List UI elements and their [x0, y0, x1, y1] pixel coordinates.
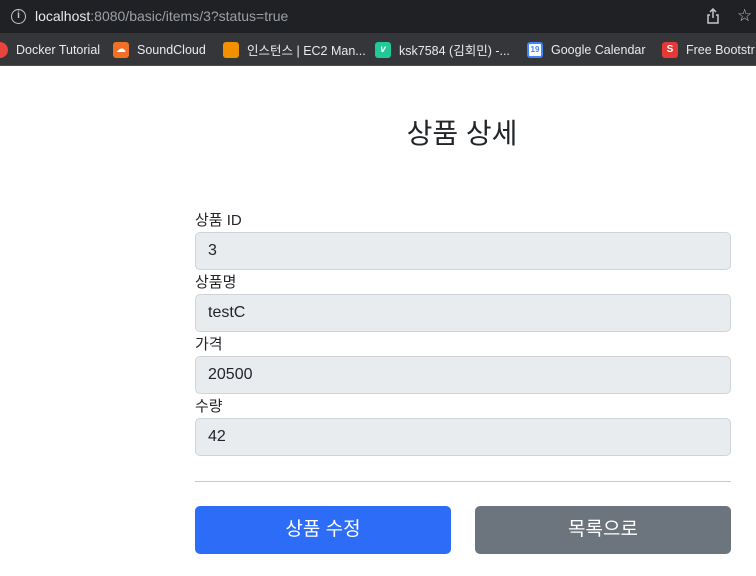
url-text[interactable]: localhost:8080/basic/items/3?status=true: [35, 8, 288, 25]
velog-icon: v: [375, 41, 391, 58]
bookmark-free-bootstrap[interactable]: S Free Bootstr: [662, 40, 755, 59]
bootstrap-s-icon: S: [662, 41, 678, 58]
bookmark-label: SoundCloud: [137, 42, 206, 57]
price-label: 가격: [195, 336, 223, 353]
price-field[interactable]: 20500: [195, 356, 731, 394]
page-title: 상품 상세: [406, 118, 518, 149]
aws-ec2-icon: [223, 41, 239, 58]
item-id-label: 상품 ID: [195, 212, 242, 229]
site-info-icon[interactable]: i: [11, 9, 26, 24]
divider: [195, 481, 731, 482]
docker-icon: [0, 41, 8, 58]
bookmark-label: Free Bootstr: [686, 42, 755, 57]
item-name-field[interactable]: testC: [195, 294, 731, 332]
back-to-list-button[interactable]: 목록으로: [475, 506, 731, 554]
bookmark-label: ksk7584 (김회민) -...: [399, 44, 510, 58]
soundcloud-icon: ☁: [113, 41, 129, 58]
edit-item-button[interactable]: 상품 수정: [195, 506, 451, 554]
browser-address-bar[interactable]: i localhost:8080/basic/items/3?status=tr…: [0, 0, 756, 33]
google-calendar-icon: 19: [527, 41, 543, 58]
bookmarks-bar: Docker Tutorial ☁ SoundCloud 인스턴스 | EC2 …: [0, 33, 756, 66]
bookmark-label: Docker Tutorial: [16, 42, 101, 57]
bookmark-velog[interactable]: v ksk7584 (김회민) -...: [375, 40, 510, 59]
bookmark-label: 인스턴스 | EC2 Man...: [247, 44, 366, 58]
quantity-label: 수량: [195, 398, 223, 415]
bookmark-label: Google Calendar: [551, 42, 646, 57]
quantity-field[interactable]: 42: [195, 418, 731, 456]
bookmark-docker-tutorial[interactable]: Docker Tutorial: [0, 40, 100, 59]
url-host: localhost: [35, 8, 91, 24]
bookmark-star-icon[interactable]: ☆: [737, 6, 752, 26]
item-detail-form: 상품 ID 3 상품명 testC 가격 20500 수량 42: [195, 210, 731, 458]
item-id-field[interactable]: 3: [195, 232, 731, 270]
item-name-label: 상품명: [195, 274, 237, 291]
share-icon[interactable]: [706, 8, 720, 24]
url-path: :8080/basic/items/3?status=true: [90, 8, 289, 24]
bookmark-google-calendar[interactable]: 19 Google Calendar: [527, 40, 646, 59]
bookmark-soundcloud[interactable]: ☁ SoundCloud: [113, 40, 206, 59]
bookmark-ec2[interactable]: 인스턴스 | EC2 Man...: [223, 40, 366, 59]
